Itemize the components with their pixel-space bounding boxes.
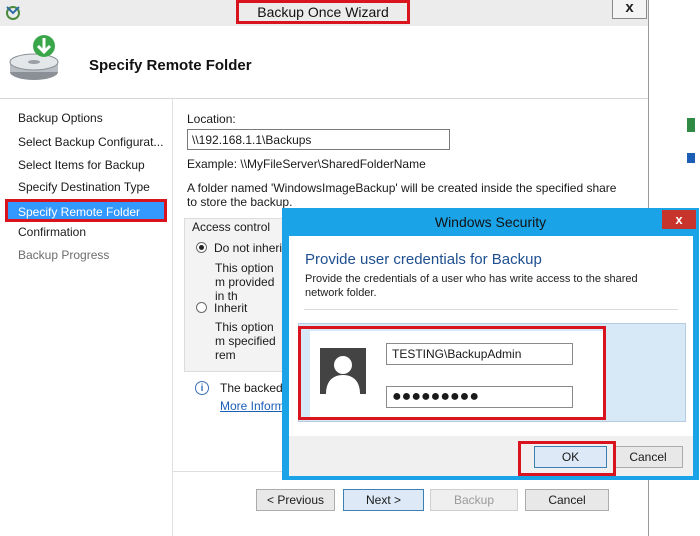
security-cancel-button[interactable]: Cancel [613,446,683,468]
more-information-link[interactable]: More Inform [220,399,285,413]
info-icon: i [195,381,209,395]
next-button[interactable]: Next > [343,489,424,511]
nav-item-backup-progress: Backup Progress [18,248,110,262]
inherit-radio[interactable] [196,302,207,313]
app-icon [4,3,22,21]
inherit-label[interactable]: Inherit [214,301,247,315]
ok-highlight [518,441,616,476]
nav-item-items-for-backup[interactable]: Select Items for Backup [18,158,145,172]
cancel-button[interactable]: Cancel [525,489,609,511]
location-input[interactable]: \\192.168.1.1\Backups [187,129,450,150]
backup-button[interactable]: Backup [430,489,518,511]
security-close-button[interactable]: x [662,210,696,229]
access-control-label: Access control [192,220,271,234]
nav-item-remote-folder[interactable]: Specify Remote Folder [5,199,167,222]
inherit-description: This option m specified rem [215,320,276,362]
page-title: Specify Remote Folder [89,57,252,74]
credentials-description: Provide the credentials of a user who ha… [305,273,638,299]
nav-item-label: Specify Remote Folder [18,205,141,219]
example-text: Example: \\MyFileServer\SharedFolderName [187,157,426,171]
do-not-inherit-label[interactable]: Do not inherit [214,241,285,255]
previous-button[interactable]: < Previous [256,489,335,511]
nav-item-backup-configuration[interactable]: Select Backup Configurat... [18,135,163,149]
backup-disk-icon [8,32,64,84]
credential-highlight [298,326,606,420]
credentials-divider [304,309,678,310]
info-text: The backed [220,381,283,395]
nav-item-backup-options[interactable]: Backup Options [18,111,103,125]
nav-item-confirmation[interactable]: Confirmation [18,225,86,239]
status-icon [687,118,695,132]
do-not-inherit-description: This option m provided in th [215,261,275,303]
folder-note: A folder named 'WindowsImageBackup' will… [187,181,617,209]
close-button[interactable]: x [612,0,647,19]
do-not-inherit-radio[interactable] [196,242,207,253]
location-label: Location: [187,112,236,126]
help-icon [687,153,695,163]
credentials-heading: Provide user credentials for Backup [305,251,542,268]
nav-item-destination-type[interactable]: Specify Destination Type [18,180,150,194]
security-dialog-title: Windows Security [434,214,547,230]
wizard-title: Backup Once Wizard [236,0,410,24]
